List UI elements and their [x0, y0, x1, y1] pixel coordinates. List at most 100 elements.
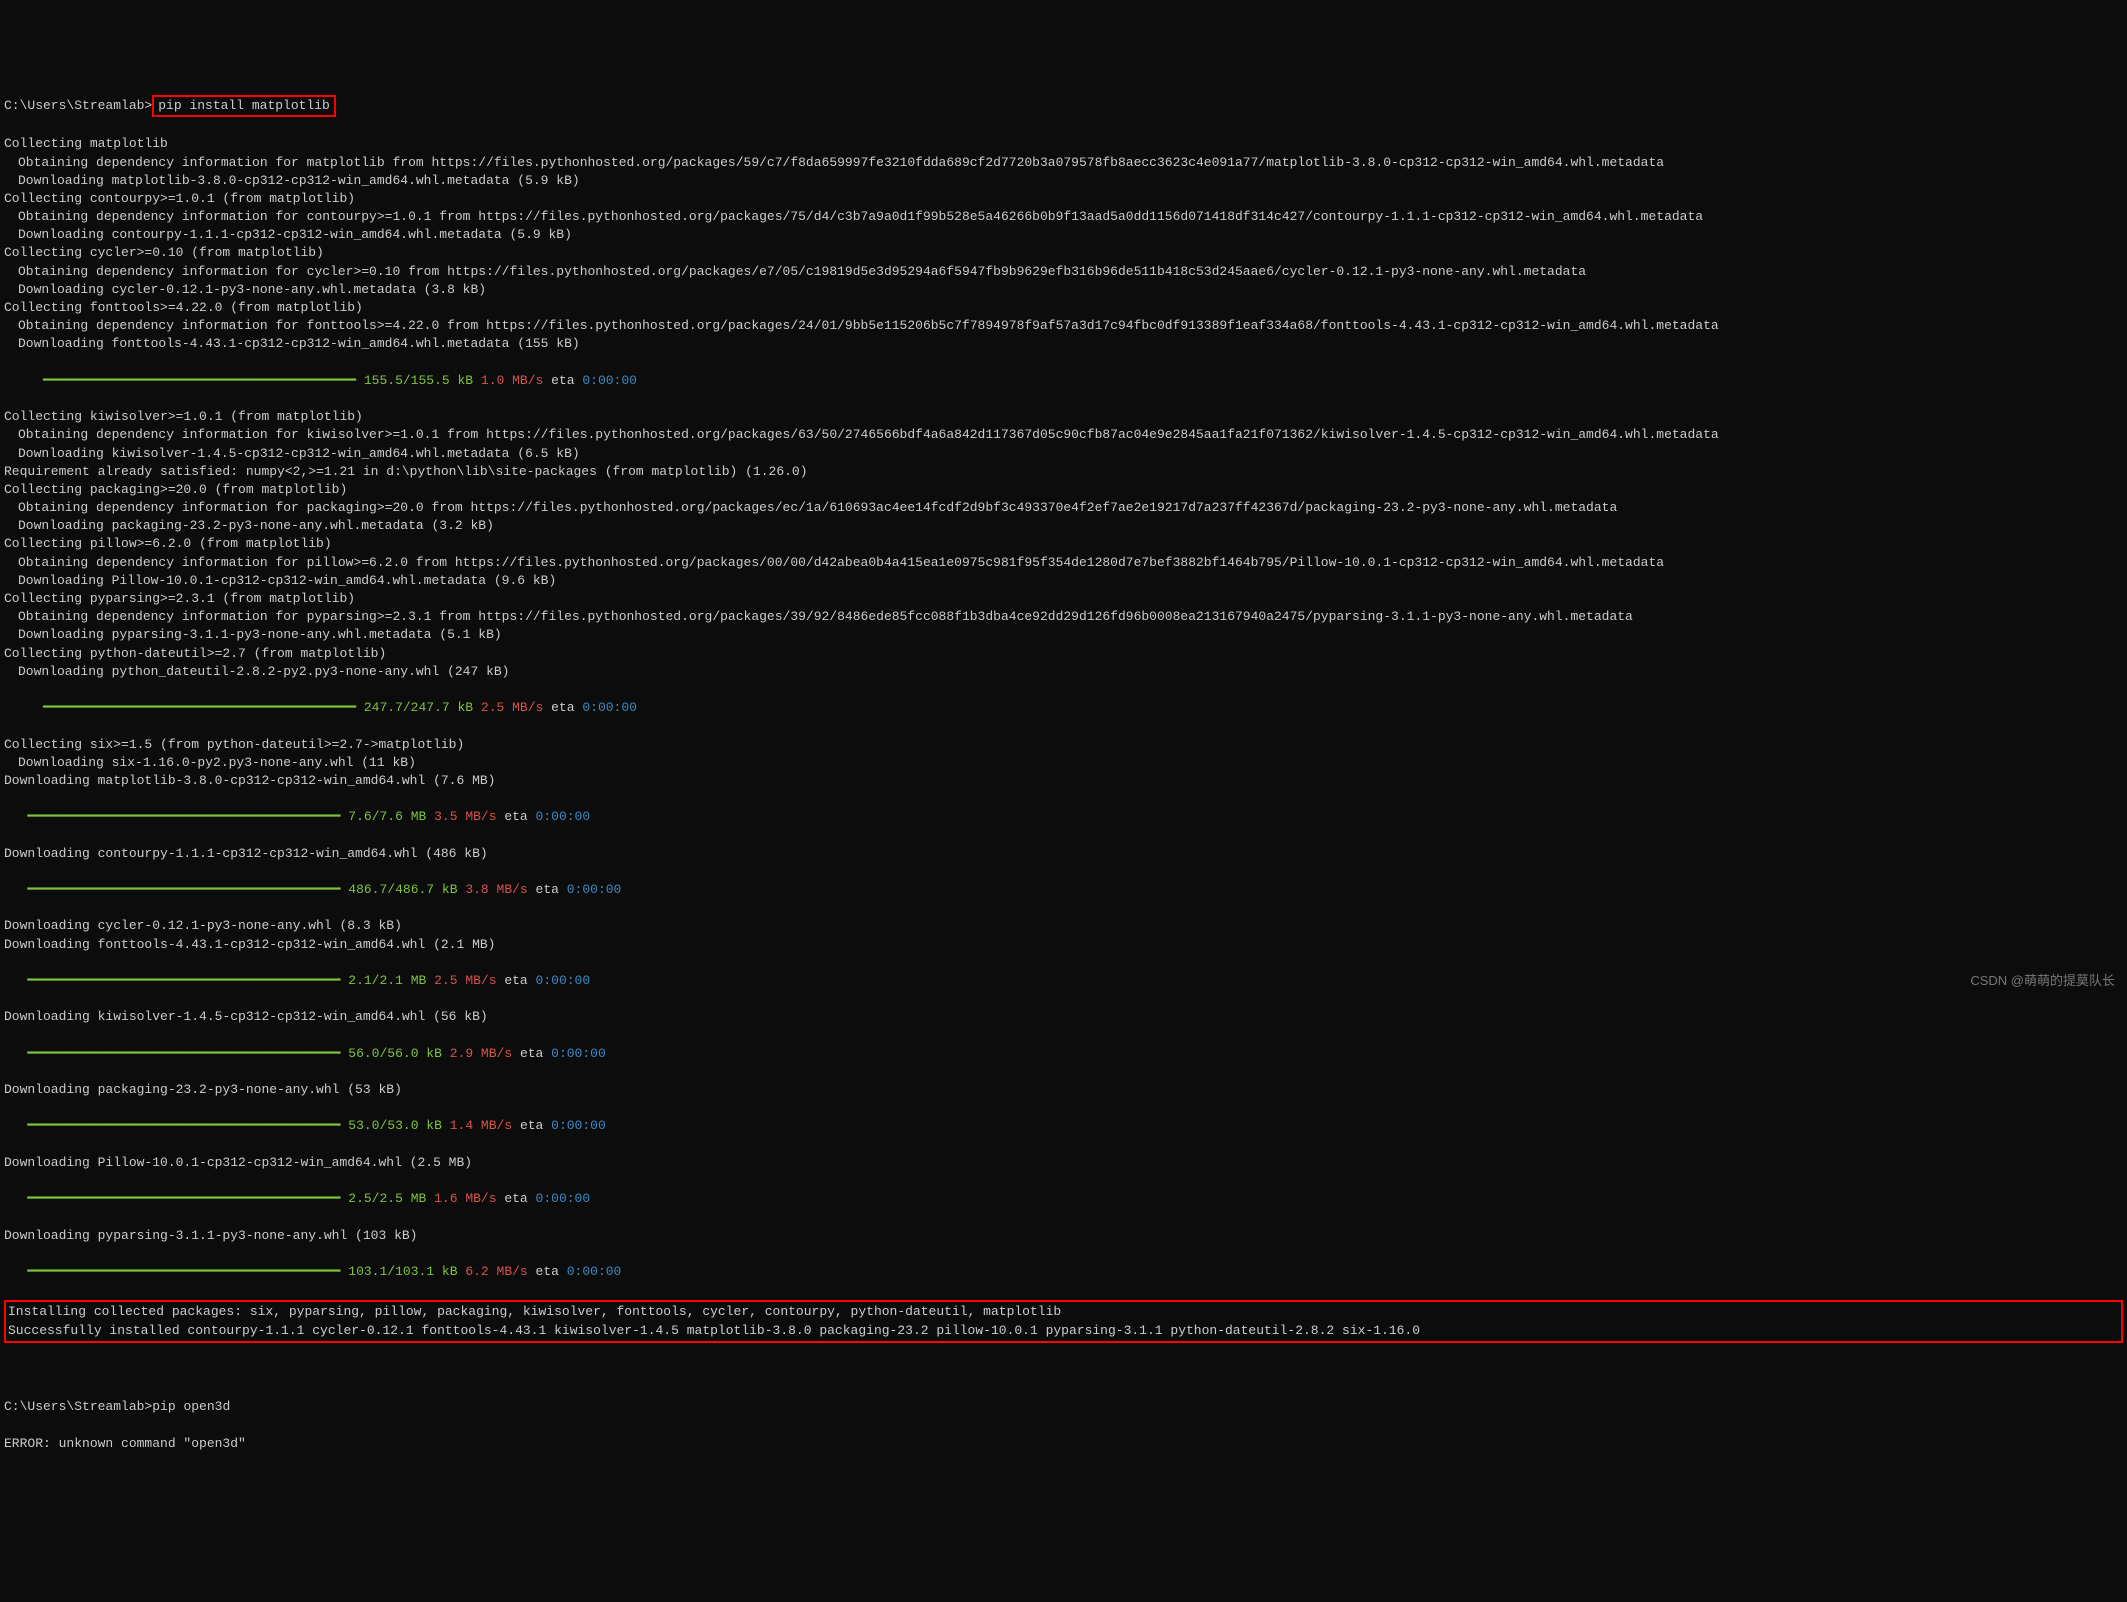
terminal-line: Obtaining dependency information for con… — [4, 208, 2123, 226]
progress-line: ━━━━━━━━━━━━━━━━━━━━━━━━━━━━━━━━━━━━━━━━… — [4, 1263, 2123, 1281]
terminal-line: Collecting kiwisolver>=1.0.1 (from matpl… — [4, 408, 2123, 426]
progress-bar: ━━━━━━━━━━━━━━━━━━━━━━━━━━━━━━━━━━━━━━━━ — [4, 699, 364, 717]
progress-eta-label: eta — [528, 1264, 567, 1279]
progress-eta-label: eta — [497, 973, 536, 988]
progress-size: 486.7/486.7 kB — [348, 882, 457, 897]
terminal-line: Downloading fonttools-4.43.1-cp312-cp312… — [4, 936, 2123, 954]
prompt-path: C:\Users\Streamlab> — [4, 98, 152, 113]
progress-time: 0:00:00 — [567, 1264, 622, 1279]
progress-line: ━━━━━━━━━━━━━━━━━━━━━━━━━━━━━━━━━━━━━━━━… — [4, 1190, 2123, 1208]
progress-speed: 1.6 MB/s — [434, 1191, 496, 1206]
installing-packages-line: Installing collected packages: six, pypa… — [8, 1303, 2119, 1321]
terminal-line: Downloading packaging-23.2-py3-none-any.… — [4, 517, 2123, 535]
progress-bar: ━━━━━━━━━━━━━━━━━━━━━━━━━━━━━━━━━━━━━━━━ — [4, 1045, 348, 1063]
progress-eta-label: eta — [497, 809, 536, 824]
progress-size: 53.0/53.0 kB — [348, 1118, 442, 1133]
terminal-line: Collecting pillow>=6.2.0 (from matplotli… — [4, 535, 2123, 553]
progress-line: ━━━━━━━━━━━━━━━━━━━━━━━━━━━━━━━━━━━━━━━━… — [4, 1045, 2123, 1063]
progress-line: ━━━━━━━━━━━━━━━━━━━━━━━━━━━━━━━━━━━━━━━━… — [4, 699, 2123, 717]
terminal-line: Collecting matplotlib — [4, 135, 2123, 153]
terminal-line: Downloading pyparsing-3.1.1-py3-none-any… — [4, 1227, 2123, 1245]
progress-size: 103.1/103.1 kB — [348, 1264, 457, 1279]
progress-speed: 2.5 MB/s — [434, 973, 496, 988]
progress-speed: 6.2 MB/s — [465, 1264, 527, 1279]
terminal-line: Downloading cycler-0.12.1-py3-none-any.w… — [4, 917, 2123, 935]
terminal-line: Obtaining dependency information for pac… — [4, 499, 2123, 517]
progress-eta-label: eta — [497, 1191, 536, 1206]
terminal-line: Downloading contourpy-1.1.1-cp312-cp312-… — [4, 226, 2123, 244]
terminal-line: Collecting contourpy>=1.0.1 (from matplo… — [4, 190, 2123, 208]
progress-size: 2.1/2.1 MB — [348, 973, 426, 988]
blank-line — [4, 1362, 2123, 1380]
terminal-line: Collecting packaging>=20.0 (from matplot… — [4, 481, 2123, 499]
progress-size: 56.0/56.0 kB — [348, 1046, 442, 1061]
progress-speed: 1.0 MB/s — [481, 373, 543, 388]
progress-bar: ━━━━━━━━━━━━━━━━━━━━━━━━━━━━━━━━━━━━━━━━ — [4, 881, 348, 899]
terminal-line: Collecting six>=1.5 (from python-dateuti… — [4, 736, 2123, 754]
prompt-line-2: C:\Users\Streamlab>pip open3d — [4, 1398, 2123, 1416]
progress-eta-label: eta — [543, 700, 582, 715]
terminal-line: Obtaining dependency information for pil… — [4, 554, 2123, 572]
progress-time: 0:00:00 — [536, 1191, 591, 1206]
progress-line: ━━━━━━━━━━━━━━━━━━━━━━━━━━━━━━━━━━━━━━━━… — [4, 372, 2123, 390]
progress-bar: ━━━━━━━━━━━━━━━━━━━━━━━━━━━━━━━━━━━━━━━━ — [4, 972, 348, 990]
progress-bar: ━━━━━━━━━━━━━━━━━━━━━━━━━━━━━━━━━━━━━━━━ — [4, 1263, 348, 1281]
progress-size: 247.7/247.7 kB — [364, 700, 473, 715]
progress-line: ━━━━━━━━━━━━━━━━━━━━━━━━━━━━━━━━━━━━━━━━… — [4, 972, 2123, 990]
progress-size: 2.5/2.5 MB — [348, 1191, 426, 1206]
progress-speed: 3.5 MB/s — [434, 809, 496, 824]
watermark: CSDN @萌萌的提莫队长 — [1970, 972, 2115, 990]
terminal-line: Downloading kiwisolver-1.4.5-cp312-cp312… — [4, 445, 2123, 463]
terminal-line: Requirement already satisfied: numpy<2,>… — [4, 463, 2123, 481]
progress-time: 0:00:00 — [582, 700, 637, 715]
terminal-line: Collecting fonttools>=4.22.0 (from matpl… — [4, 299, 2123, 317]
progress-time: 0:00:00 — [582, 373, 637, 388]
progress-speed: 2.9 MB/s — [450, 1046, 512, 1061]
terminal-line: Collecting cycler>=0.10 (from matplotlib… — [4, 244, 2123, 262]
terminal-line: Downloading pyparsing-3.1.1-py3-none-any… — [4, 626, 2123, 644]
install-success-highlight: Installing collected packages: six, pypa… — [4, 1300, 2123, 1342]
progress-bar: ━━━━━━━━━━━━━━━━━━━━━━━━━━━━━━━━━━━━━━━━ — [4, 372, 364, 390]
progress-size: 7.6/7.6 MB — [348, 809, 426, 824]
progress-bar: ━━━━━━━━━━━━━━━━━━━━━━━━━━━━━━━━━━━━━━━━ — [4, 808, 348, 826]
progress-time: 0:00:00 — [567, 882, 622, 897]
terminal-line: Downloading packaging-23.2-py3-none-any.… — [4, 1081, 2123, 1099]
progress-eta-label: eta — [528, 882, 567, 897]
progress-speed: 1.4 MB/s — [450, 1118, 512, 1133]
progress-line: ━━━━━━━━━━━━━━━━━━━━━━━━━━━━━━━━━━━━━━━━… — [4, 881, 2123, 899]
terminal-line: Obtaining dependency information for cyc… — [4, 263, 2123, 281]
progress-bar: ━━━━━━━━━━━━━━━━━━━━━━━━━━━━━━━━━━━━━━━━ — [4, 1190, 348, 1208]
error-line: ERROR: unknown command "open3d" — [4, 1435, 2123, 1453]
terminal-line: Downloading matplotlib-3.8.0-cp312-cp312… — [4, 172, 2123, 190]
progress-time: 0:00:00 — [551, 1118, 606, 1133]
terminal-line: Collecting pyparsing>=2.3.1 (from matplo… — [4, 590, 2123, 608]
terminal-line: Downloading cycler-0.12.1-py3-none-any.w… — [4, 281, 2123, 299]
progress-eta-label: eta — [512, 1118, 551, 1133]
progress-time: 0:00:00 — [536, 973, 591, 988]
terminal-line: Downloading contourpy-1.1.1-cp312-cp312-… — [4, 845, 2123, 863]
progress-time: 0:00:00 — [551, 1046, 606, 1061]
terminal-line: Downloading six-1.16.0-py2.py3-none-any.… — [4, 754, 2123, 772]
progress-bar: ━━━━━━━━━━━━━━━━━━━━━━━━━━━━━━━━━━━━━━━━ — [4, 1117, 348, 1135]
command-highlight-1: pip install matplotlib — [152, 95, 336, 117]
terminal-line: Downloading kiwisolver-1.4.5-cp312-cp312… — [4, 1008, 2123, 1026]
terminal-line: Obtaining dependency information for mat… — [4, 154, 2123, 172]
terminal-line: Downloading matplotlib-3.8.0-cp312-cp312… — [4, 772, 2123, 790]
success-line: Successfully installed contourpy-1.1.1 c… — [8, 1322, 2119, 1340]
terminal-line: Downloading Pillow-10.0.1-cp312-cp312-wi… — [4, 572, 2123, 590]
command-text: pip open3d — [152, 1399, 230, 1414]
progress-speed: 3.8 MB/s — [465, 882, 527, 897]
progress-speed: 2.5 MB/s — [481, 700, 543, 715]
terminal-line: Collecting python-dateutil>=2.7 (from ma… — [4, 645, 2123, 663]
terminal-line: Obtaining dependency information for kiw… — [4, 426, 2123, 444]
prompt-line-1: C:\Users\Streamlab>pip install matplotli… — [4, 95, 2123, 117]
progress-size: 155.5/155.5 kB — [364, 373, 473, 388]
terminal-output[interactable]: C:\Users\Streamlab>pip install matplotli… — [4, 77, 2123, 1471]
terminal-line: Downloading Pillow-10.0.1-cp312-cp312-wi… — [4, 1154, 2123, 1172]
progress-line: ━━━━━━━━━━━━━━━━━━━━━━━━━━━━━━━━━━━━━━━━… — [4, 808, 2123, 826]
terminal-line: Obtaining dependency information for pyp… — [4, 608, 2123, 626]
terminal-line: Downloading fonttools-4.43.1-cp312-cp312… — [4, 335, 2123, 353]
terminal-line: Downloading python_dateutil-2.8.2-py2.py… — [4, 663, 2123, 681]
terminal-line: Obtaining dependency information for fon… — [4, 317, 2123, 335]
progress-time: 0:00:00 — [536, 809, 591, 824]
